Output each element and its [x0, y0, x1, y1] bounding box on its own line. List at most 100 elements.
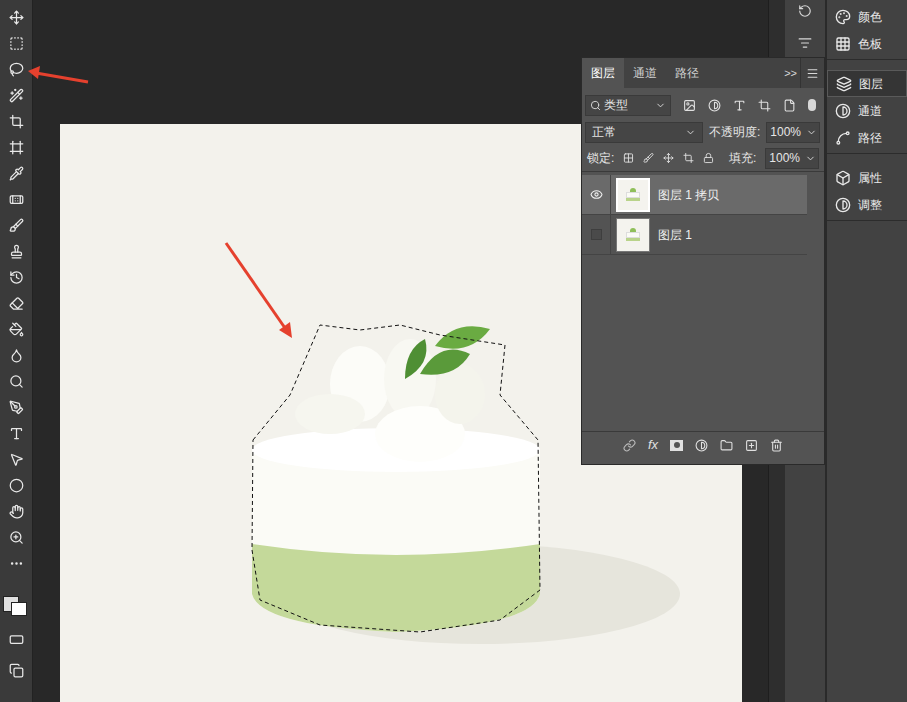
tool-button[interactable]	[6, 34, 26, 52]
tool-icon	[9, 504, 24, 519]
tool-button[interactable]	[6, 502, 26, 520]
panel-item[interactable]: 通道	[827, 97, 907, 124]
panel-item-icon	[835, 36, 851, 52]
layer-row[interactable]: 图层 1	[582, 215, 807, 255]
trash-icon[interactable]	[770, 439, 783, 452]
filter-select[interactable]: 类型	[585, 95, 671, 116]
panel-item-icon	[835, 197, 851, 213]
layer-row[interactable]: 图层 1 拷贝	[582, 175, 807, 215]
visibility-toggle[interactable]	[582, 188, 610, 201]
screen-mode-icon[interactable]	[9, 663, 24, 678]
tool-button[interactable]	[6, 138, 26, 156]
lock-icon[interactable]	[623, 152, 634, 164]
link-icon[interactable]	[623, 439, 636, 452]
tool-icon	[9, 140, 24, 155]
panel-item-icon	[835, 9, 851, 25]
chevron-icon	[806, 127, 817, 138]
eye-icon	[590, 188, 603, 201]
tool-icon	[9, 348, 24, 363]
tool-button[interactable]	[6, 554, 26, 572]
actions-icon[interactable]	[798, 36, 812, 50]
tool-button[interactable]	[6, 8, 26, 26]
panel-item[interactable]: 路径	[827, 124, 907, 151]
tool-button[interactable]	[6, 190, 26, 208]
tool-icon	[9, 296, 24, 311]
search-icon	[590, 100, 601, 111]
tool-button[interactable]	[6, 424, 26, 442]
panel-tab[interactable]: 通道	[624, 58, 666, 88]
color-swatches[interactable]	[3, 586, 29, 616]
lock-icon[interactable]	[703, 152, 714, 164]
panel-group: 图层通道路径	[827, 68, 907, 154]
tool-icon	[9, 322, 24, 337]
panel-item[interactable]: 颜色	[827, 3, 907, 30]
tool-button[interactable]	[6, 112, 26, 130]
tool-button[interactable]	[6, 60, 26, 78]
layer-thumbnail	[616, 218, 650, 252]
filter-row: 类型	[582, 93, 824, 117]
chevron-icon	[805, 153, 816, 164]
tool-button[interactable]	[6, 294, 26, 312]
filter-icon[interactable]	[758, 99, 771, 112]
collapse-button[interactable]: >>	[781, 58, 800, 88]
tool-button[interactable]	[6, 476, 26, 494]
tool-button[interactable]	[6, 346, 26, 364]
opacity-field[interactable]: 100%	[766, 122, 820, 143]
fill-field[interactable]: 100%	[765, 148, 819, 169]
panel-item-icon	[836, 76, 852, 92]
tool-icon	[9, 400, 24, 415]
tool-button[interactable]	[6, 398, 26, 416]
toolbar	[0, 0, 33, 702]
panel-item[interactable]: 色板	[827, 30, 907, 57]
blend-mode-select[interactable]: 正常	[585, 122, 703, 143]
tool-icon	[9, 374, 24, 389]
panel-item[interactable]: 属性	[827, 164, 907, 191]
filter-icon[interactable]	[783, 99, 796, 112]
panel-dock: 颜色色板图层通道路径属性调整	[825, 0, 907, 702]
panel-item-icon	[835, 103, 851, 119]
panel-item-icon	[835, 170, 851, 186]
panel-tab[interactable]: 图层	[582, 58, 624, 88]
tool-button[interactable]	[6, 86, 26, 104]
tool-button[interactable]	[6, 242, 26, 260]
tool-icon	[9, 36, 24, 51]
tool-button[interactable]	[6, 320, 26, 338]
lock-icon[interactable]	[643, 152, 654, 164]
visibility-toggle[interactable]	[582, 229, 610, 240]
filter-icon[interactable]	[733, 99, 746, 112]
tool-button[interactable]	[6, 450, 26, 468]
tool-icon	[9, 114, 24, 129]
panel-group: 属性调整	[827, 162, 907, 221]
tool-icon	[9, 478, 24, 493]
lock-row: 锁定:填充:100%	[582, 148, 824, 172]
tool-icon	[9, 218, 24, 233]
tool-button[interactable]	[6, 268, 26, 286]
panel-item[interactable]: 图层	[827, 70, 907, 97]
folder-icon[interactable]	[720, 439, 733, 452]
filter-icon[interactable]	[708, 99, 721, 112]
tool-icon	[9, 88, 24, 103]
photoshop-window: 颜色色板图层通道路径属性调整图层通道路径>>类型正常不透明度:100%锁定:填充…	[0, 0, 907, 702]
tool-icon	[9, 530, 24, 545]
panel-tabs: 图层通道路径 >>	[582, 58, 824, 88]
layer-list: 图层 1 拷贝图层 1	[582, 172, 824, 431]
tool-button[interactable]	[6, 372, 26, 390]
adjustment-icon[interactable]	[695, 439, 708, 452]
mask-icon[interactable]	[670, 440, 683, 451]
tool-button[interactable]	[6, 216, 26, 234]
fx-button[interactable]: fx	[648, 435, 658, 455]
lock-icon[interactable]	[683, 152, 694, 164]
new-layer-icon[interactable]	[745, 439, 758, 452]
layers-panel: 图层通道路径>>类型正常不透明度:100%锁定:填充:100%图层 1 拷贝图层…	[581, 57, 825, 465]
quick-mask-icon[interactable]	[9, 632, 24, 647]
panel-item[interactable]: 调整	[827, 191, 907, 218]
panel-menu-icon[interactable]	[806, 67, 819, 80]
chevron-icon	[685, 127, 696, 138]
lock-icon[interactable]	[663, 152, 674, 164]
tool-button[interactable]	[6, 528, 26, 546]
filter-icon[interactable]	[683, 99, 696, 112]
panel-tab[interactable]: 路径	[666, 58, 708, 88]
filter-toggle-icon[interactable]	[808, 99, 816, 111]
history-icon[interactable]	[798, 4, 812, 18]
tool-button[interactable]	[6, 164, 26, 182]
